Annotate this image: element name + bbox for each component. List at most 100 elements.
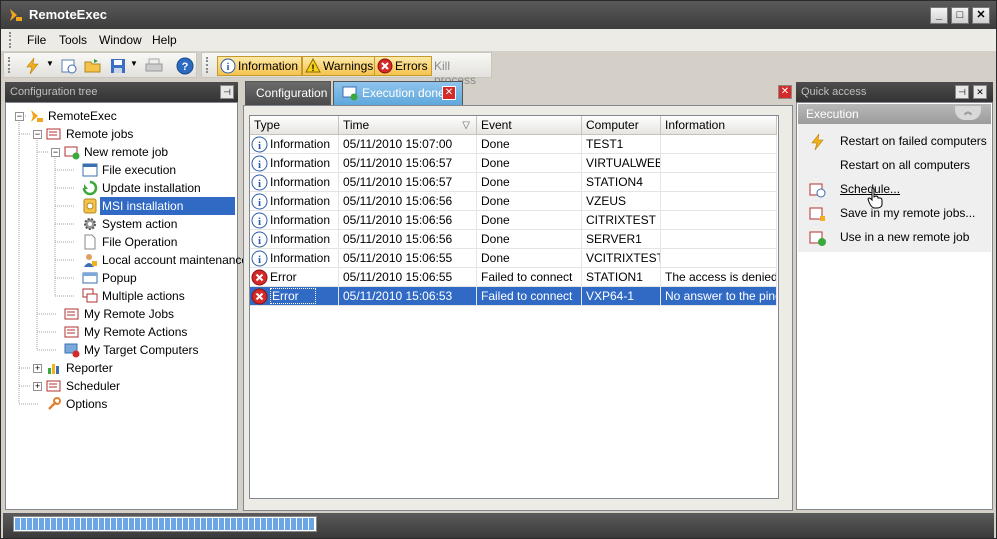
- table-row[interactable]: Error 05/11/2010 15:06:55 Failed to connec…: [250, 268, 777, 287]
- cell-text: Information: [270, 156, 331, 170]
- info-icon: i: [251, 231, 268, 248]
- scheduler-icon: [46, 380, 61, 392]
- cell-event: Done: [477, 192, 582, 211]
- table-row[interactable]: i Information 05/11/2010 15:06:57 Done VIRTU…: [250, 154, 777, 173]
- svg-text:i: i: [258, 197, 261, 209]
- table-row[interactable]: i Information 05/11/2010 15:06:56 Done VZEUS: [250, 192, 777, 211]
- execution-section-header[interactable]: Execution ︽: [798, 104, 991, 124]
- multiple-actions-icon: [82, 288, 98, 303]
- tree-node-label: Local account maintenance: [102, 253, 249, 267]
- collapse-toggle[interactable]: −: [33, 130, 42, 139]
- cell-computer: SERVER1: [582, 230, 661, 249]
- warnings-filter-button[interactable]: ! Warnings: [302, 56, 378, 76]
- tab-execution-done[interactable]: Execution done ✕: [333, 81, 463, 105]
- lightning-icon[interactable]: [24, 57, 42, 75]
- table-row[interactable]: i Information 05/11/2010 15:06:57 Done STATI…: [250, 173, 777, 192]
- error-icon: [251, 288, 268, 305]
- column-header-event[interactable]: Event: [477, 116, 582, 135]
- collapse-toggle[interactable]: −: [15, 112, 24, 121]
- quick-access-title: Quick access: [801, 86, 867, 98]
- expand-toggle[interactable]: +: [33, 364, 42, 373]
- close-tab-icon[interactable]: ✕: [442, 86, 456, 100]
- tree-node-label: MSI installation: [100, 197, 235, 215]
- cell-time: 05/11/2010 15:06:55: [339, 268, 477, 287]
- open-folder-icon[interactable]: [84, 57, 102, 75]
- warning-icon: !: [305, 58, 321, 73]
- cell-computer: STATION1: [582, 268, 661, 287]
- save-icon[interactable]: [109, 57, 127, 75]
- menu-grip[interactable]: [9, 32, 12, 48]
- help-icon[interactable]: ?: [176, 57, 194, 75]
- progress-bar: [13, 516, 317, 532]
- tree-node-label: Options: [66, 397, 108, 411]
- errors-filter-button[interactable]: Errors: [374, 56, 432, 76]
- table-row[interactable]: i Information 05/11/2010 15:07:00 Done TEST1: [250, 135, 777, 154]
- cell-text: Information: [270, 251, 331, 265]
- close-document-icon[interactable]: ✕: [778, 85, 792, 99]
- maximize-button[interactable]: □: [951, 7, 969, 24]
- lightning-icon: [811, 133, 824, 151]
- cell-time: 05/11/2010 15:06:57: [339, 173, 477, 192]
- cell-event: Failed to connect: [477, 268, 582, 287]
- toolbar-grip[interactable]: [206, 57, 209, 73]
- wrench-icon: [48, 397, 61, 410]
- quick-access-header: Quick access ⊣ ✕: [796, 82, 993, 102]
- menu-help[interactable]: Help: [152, 33, 177, 47]
- table-row[interactable]: Error 05/11/2010 15:06:53 Failed to connec…: [250, 287, 777, 306]
- menu-file[interactable]: File: [27, 33, 46, 47]
- table-row[interactable]: i Information 05/11/2010 15:06:55 Done VCITR…: [250, 249, 777, 268]
- print-icon[interactable]: [145, 57, 163, 75]
- msi-icon: [83, 198, 97, 214]
- table-row[interactable]: i Information 05/11/2010 15:06:56 Done CITRI…: [250, 211, 777, 230]
- info-icon: i: [220, 58, 236, 74]
- computers-icon: [64, 343, 80, 358]
- cell-information: No answer to the ping.: [661, 287, 777, 306]
- action-label: Use in a new remote job: [840, 230, 970, 244]
- collapse-section-icon[interactable]: ︽: [955, 106, 981, 120]
- schedule-icon[interactable]: [60, 57, 78, 75]
- warnings-filter-label: Warnings: [323, 59, 374, 73]
- tab-label: Execution done: [362, 86, 445, 100]
- cell-computer: VXP64-1: [582, 287, 661, 306]
- tree-node-label: RemoteExec: [48, 109, 117, 123]
- cell-event: Done: [477, 135, 582, 154]
- column-header-time[interactable]: Time ▽: [339, 116, 477, 135]
- pin-icon[interactable]: ⊣: [955, 85, 969, 99]
- app-icon: [31, 110, 43, 122]
- close-button[interactable]: ✕: [972, 7, 990, 24]
- toolbar-grip[interactable]: [8, 57, 11, 73]
- tree-node-label: Reporter: [66, 361, 113, 375]
- svg-text:i: i: [258, 159, 261, 171]
- menu-tools[interactable]: Tools: [59, 33, 87, 47]
- progress-fill: [15, 518, 315, 530]
- close-panel-icon[interactable]: ✕: [973, 85, 987, 99]
- cell-type: i Information: [250, 249, 339, 268]
- dropdown-arrow-icon[interactable]: ▼: [130, 59, 138, 68]
- main-toolbar: ▼ ▼ ?: [3, 52, 197, 78]
- expand-toggle[interactable]: +: [33, 382, 42, 391]
- section-title: Execution: [806, 107, 859, 121]
- collapse-toggle[interactable]: −: [51, 148, 60, 157]
- update-icon: [82, 180, 98, 196]
- cell-information: [661, 230, 777, 249]
- cell-time: 05/11/2010 15:06:56: [339, 230, 477, 249]
- file-execution-icon: [82, 163, 98, 177]
- dropdown-arrow-icon[interactable]: ▼: [46, 59, 54, 68]
- column-header-information[interactable]: Information: [661, 116, 777, 135]
- column-header-type[interactable]: Type: [250, 116, 339, 135]
- cell-event: Done: [477, 211, 582, 230]
- tab-configuration[interactable]: Configuration: [245, 81, 331, 105]
- menu-window[interactable]: Window: [99, 33, 142, 47]
- information-filter-button[interactable]: i Information: [217, 56, 303, 76]
- column-header-computer[interactable]: Computer: [582, 116, 661, 135]
- table-row[interactable]: i Information 05/11/2010 15:06:56 Done SERVE…: [250, 230, 777, 249]
- my-jobs-icon: [64, 308, 79, 320]
- pin-icon[interactable]: ⊣: [220, 85, 234, 99]
- minimize-button[interactable]: _: [930, 7, 948, 24]
- svg-text:i: i: [258, 140, 261, 152]
- svg-text:i: i: [227, 62, 230, 73]
- svg-text:i: i: [258, 216, 261, 228]
- hand-cursor-icon: [867, 187, 883, 209]
- cell-time: 05/11/2010 15:06:55: [339, 249, 477, 268]
- my-actions-icon: [64, 326, 79, 338]
